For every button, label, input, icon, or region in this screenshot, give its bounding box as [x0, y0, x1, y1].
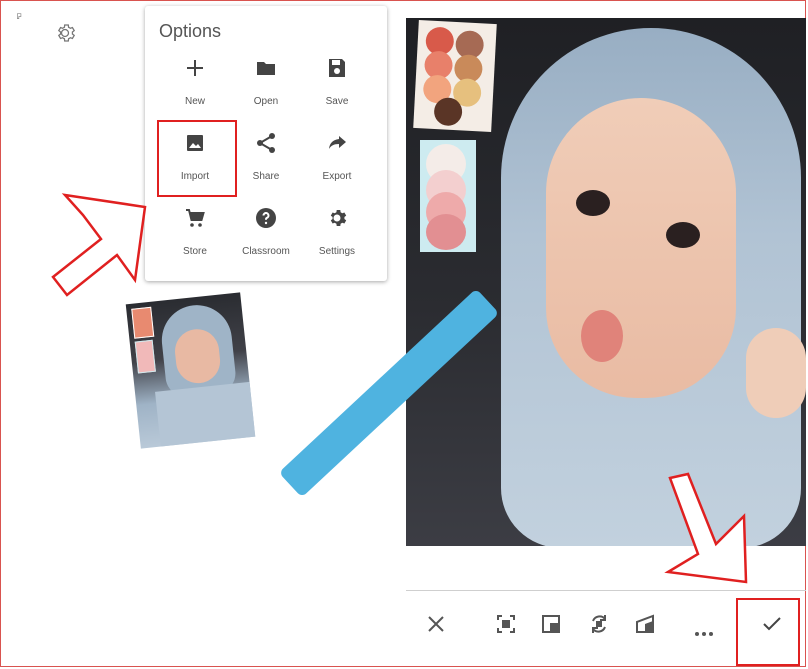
left-eye — [576, 190, 610, 216]
settings-label: Settings — [318, 246, 356, 257]
perspective-icon[interactable] — [633, 612, 657, 636]
import-highlight-box — [157, 120, 237, 197]
open-button[interactable]: Open — [231, 56, 301, 116]
new-label: New — [184, 96, 205, 107]
confirm-highlight-box — [736, 598, 800, 666]
red-arrow-annotation — [51, 193, 147, 297]
right-eye — [666, 222, 700, 248]
toolbar-divider — [406, 590, 806, 591]
photo-thumbnail[interactable] — [125, 292, 256, 449]
rotate-icon[interactable] — [587, 612, 611, 636]
small-brush-icon[interactable] — [16, 13, 23, 20]
share-icon — [257, 133, 275, 153]
save-label: Save — [325, 96, 349, 107]
help-icon — [256, 208, 276, 228]
color-palette-card-2 — [420, 140, 476, 252]
crop-icon[interactable] — [539, 612, 563, 636]
export-label: Export — [322, 171, 352, 182]
export-button[interactable]: Export — [302, 131, 372, 191]
classroom-button[interactable]: Classroom — [231, 206, 301, 266]
main-photo-canvas[interactable] — [406, 18, 806, 546]
share-label: Share — [252, 171, 280, 182]
face-shape — [546, 98, 736, 398]
thumb-palette-1 — [131, 306, 155, 339]
fit-screen-icon[interactable] — [494, 612, 518, 636]
plus-icon — [187, 60, 203, 76]
settings-icon — [330, 210, 347, 226]
folder-icon — [257, 62, 275, 75]
export-arrow-icon — [329, 136, 346, 149]
store-label: Store — [183, 246, 207, 257]
save-button[interactable]: Save — [302, 56, 372, 116]
lips — [581, 310, 623, 362]
settings-button[interactable]: Settings — [302, 206, 372, 266]
more-icon[interactable] — [692, 622, 716, 646]
cart-icon — [186, 209, 205, 227]
classroom-label: Classroom — [242, 246, 290, 257]
thumb-palette-2 — [134, 339, 156, 374]
open-label: Open — [253, 96, 279, 107]
color-palette-card-1 — [413, 20, 497, 132]
gear-icon[interactable] — [53, 21, 77, 45]
store-button[interactable]: Store — [160, 206, 230, 266]
panel-title: Options — [159, 21, 222, 41]
share-button[interactable]: Share — [231, 131, 301, 191]
red-arrow-annotation-confirm — [664, 472, 748, 584]
new-button[interactable]: New — [160, 56, 230, 116]
close-icon[interactable] — [424, 612, 448, 636]
peace-hand — [746, 328, 806, 418]
save-icon — [329, 59, 345, 77]
